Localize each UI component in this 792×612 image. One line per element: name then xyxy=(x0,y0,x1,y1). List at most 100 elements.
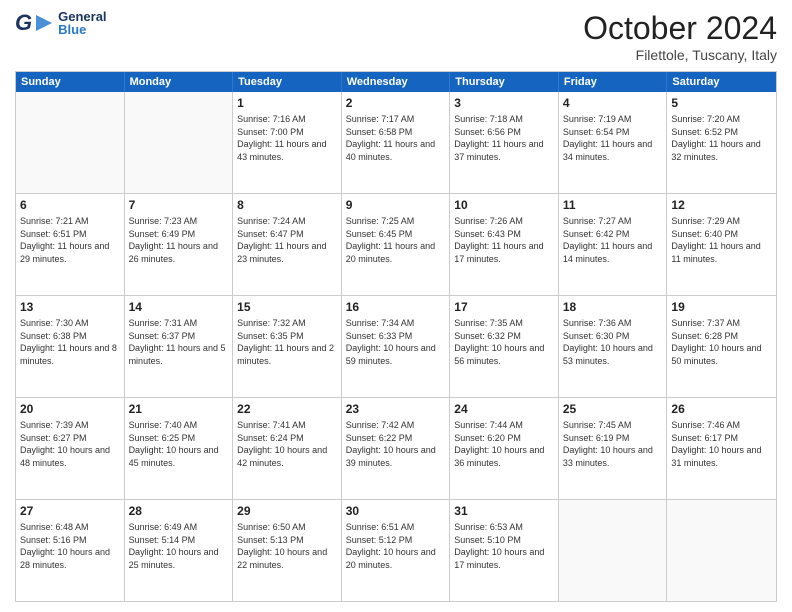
day-detail: Sunrise: 7:31 AM Sunset: 6:37 PM Dayligh… xyxy=(129,317,229,367)
calendar-cell xyxy=(125,92,234,193)
month-title: October 2024 xyxy=(583,10,777,47)
day-detail: Sunrise: 7:23 AM Sunset: 6:49 PM Dayligh… xyxy=(129,215,229,265)
day-number: 7 xyxy=(129,197,229,213)
day-detail: Sunrise: 7:32 AM Sunset: 6:35 PM Dayligh… xyxy=(237,317,337,367)
location: Filettole, Tuscany, Italy xyxy=(583,47,777,63)
day-number: 26 xyxy=(671,401,772,417)
day-header-thursday: Thursday xyxy=(450,72,559,92)
logo-text-block: General Blue xyxy=(58,10,106,36)
day-detail: Sunrise: 7:34 AM Sunset: 6:33 PM Dayligh… xyxy=(346,317,446,367)
day-number: 14 xyxy=(129,299,229,315)
day-number: 28 xyxy=(129,503,229,519)
day-detail: Sunrise: 7:42 AM Sunset: 6:22 PM Dayligh… xyxy=(346,419,446,469)
calendar-cell: 4 Sunrise: 7:19 AM Sunset: 6:54 PM Daylig… xyxy=(559,92,668,193)
calendar-cell xyxy=(559,500,668,601)
calendar-cell: 18 Sunrise: 7:36 AM Sunset: 6:30 PM Dayli… xyxy=(559,296,668,397)
calendar-cell: 24Sunrise: 7:44 AM Sunset: 6:20 PM Dayli… xyxy=(450,398,559,499)
calendar-cell: 7 Sunrise: 7:23 AM Sunset: 6:49 PM Daylig… xyxy=(125,194,234,295)
day-detail: Sunrise: 7:18 AM Sunset: 6:56 PM Dayligh… xyxy=(454,113,554,163)
day-detail: Sunrise: 7:17 AM Sunset: 6:58 PM Dayligh… xyxy=(346,113,446,163)
calendar-cell: 14 Sunrise: 7:31 AM Sunset: 6:37 PM Dayli… xyxy=(125,296,234,397)
day-number: 29 xyxy=(237,503,337,519)
calendar-week-3: 13 Sunrise: 7:30 AM Sunset: 6:38 PM Dayli… xyxy=(16,295,776,397)
day-detail: Sunrise: 6:48 AM Sunset: 5:16 PM Dayligh… xyxy=(20,521,120,571)
day-detail: Sunrise: 7:45 AM Sunset: 6:19 PM Dayligh… xyxy=(563,419,663,469)
calendar-cell: 22 Sunrise: 7:41 AM Sunset: 6:24 PM Dayli… xyxy=(233,398,342,499)
day-header-monday: Monday xyxy=(125,72,234,92)
day-detail: Sunrise: 7:19 AM Sunset: 6:54 PM Dayligh… xyxy=(563,113,663,163)
day-number: 13 xyxy=(20,299,120,315)
day-number: 23 xyxy=(346,401,446,417)
day-detail: Sunrise: 7:21 AM Sunset: 6:51 PM Dayligh… xyxy=(20,215,120,265)
calendar-week-1: 1 Sunrise: 7:16 AM Sunset: 7:00 PM Daylig… xyxy=(16,92,776,193)
calendar-cell: 17 Sunrise: 7:35 AM Sunset: 6:32 PM Dayli… xyxy=(450,296,559,397)
calendar-cell: 1 Sunrise: 7:16 AM Sunset: 7:00 PM Daylig… xyxy=(233,92,342,193)
day-header-wednesday: Wednesday xyxy=(342,72,451,92)
logo-blue: Blue xyxy=(58,23,106,36)
day-number: 16 xyxy=(346,299,446,315)
calendar-week-5: 27Sunrise: 6:48 AM Sunset: 5:16 PM Dayli… xyxy=(16,499,776,601)
logo-arrow-icon xyxy=(32,12,54,34)
calendar-week-2: 6Sunrise: 7:21 AM Sunset: 6:51 PM Daylig… xyxy=(16,193,776,295)
day-number: 25 xyxy=(563,401,663,417)
day-detail: Sunrise: 7:35 AM Sunset: 6:32 PM Dayligh… xyxy=(454,317,554,367)
calendar-cell: 27Sunrise: 6:48 AM Sunset: 5:16 PM Dayli… xyxy=(16,500,125,601)
day-detail: Sunrise: 6:53 AM Sunset: 5:10 PM Dayligh… xyxy=(454,521,554,571)
day-detail: Sunrise: 7:30 AM Sunset: 6:38 PM Dayligh… xyxy=(20,317,120,367)
day-detail: Sunrise: 7:40 AM Sunset: 6:25 PM Dayligh… xyxy=(129,419,229,469)
calendar-cell: 8 Sunrise: 7:24 AM Sunset: 6:47 PM Daylig… xyxy=(233,194,342,295)
calendar-cell: 23 Sunrise: 7:42 AM Sunset: 6:22 PM Dayli… xyxy=(342,398,451,499)
day-detail: Sunrise: 7:41 AM Sunset: 6:24 PM Dayligh… xyxy=(237,419,337,469)
day-header-tuesday: Tuesday xyxy=(233,72,342,92)
day-detail: Sunrise: 7:24 AM Sunset: 6:47 PM Dayligh… xyxy=(237,215,337,265)
calendar-cell xyxy=(16,92,125,193)
calendar: SundayMondayTuesdayWednesdayThursdayFrid… xyxy=(15,71,777,602)
day-number: 20 xyxy=(20,401,120,417)
calendar-cell xyxy=(667,500,776,601)
calendar-cell: 29Sunrise: 6:50 AM Sunset: 5:13 PM Dayli… xyxy=(233,500,342,601)
day-number: 12 xyxy=(671,197,772,213)
calendar-cell: 31 Sunrise: 6:53 AM Sunset: 5:10 PM Dayli… xyxy=(450,500,559,601)
day-number: 4 xyxy=(563,95,663,111)
day-number: 2 xyxy=(346,95,446,111)
calendar-cell: 9Sunrise: 7:25 AM Sunset: 6:45 PM Daylig… xyxy=(342,194,451,295)
day-detail: Sunrise: 7:26 AM Sunset: 6:43 PM Dayligh… xyxy=(454,215,554,265)
day-number: 10 xyxy=(454,197,554,213)
day-number: 21 xyxy=(129,401,229,417)
calendar-cell: 12Sunrise: 7:29 AM Sunset: 6:40 PM Dayli… xyxy=(667,194,776,295)
day-header-friday: Friday xyxy=(559,72,668,92)
day-detail: Sunrise: 7:46 AM Sunset: 6:17 PM Dayligh… xyxy=(671,419,772,469)
day-number: 3 xyxy=(454,95,554,111)
day-number: 22 xyxy=(237,401,337,417)
day-header-sunday: Sunday xyxy=(16,72,125,92)
day-number: 11 xyxy=(563,197,663,213)
calendar-cell: 28 Sunrise: 6:49 AM Sunset: 5:14 PM Dayli… xyxy=(125,500,234,601)
day-number: 18 xyxy=(563,299,663,315)
calendar-cell: 25 Sunrise: 7:45 AM Sunset: 6:19 PM Dayli… xyxy=(559,398,668,499)
day-number: 1 xyxy=(237,95,337,111)
logo: G General Blue xyxy=(15,10,107,36)
calendar-cell: 10 Sunrise: 7:26 AM Sunset: 6:43 PM Dayli… xyxy=(450,194,559,295)
day-detail: Sunrise: 7:27 AM Sunset: 6:42 PM Dayligh… xyxy=(563,215,663,265)
day-number: 17 xyxy=(454,299,554,315)
calendar-cell: 16 Sunrise: 7:34 AM Sunset: 6:33 PM Dayli… xyxy=(342,296,451,397)
day-number: 8 xyxy=(237,197,337,213)
calendar-header: SundayMondayTuesdayWednesdayThursdayFrid… xyxy=(16,72,776,92)
calendar-cell: 15Sunrise: 7:32 AM Sunset: 6:35 PM Dayli… xyxy=(233,296,342,397)
calendar-body: 1 Sunrise: 7:16 AM Sunset: 7:00 PM Daylig… xyxy=(16,92,776,601)
day-detail: Sunrise: 7:16 AM Sunset: 7:00 PM Dayligh… xyxy=(237,113,337,163)
calendar-cell: 5Sunrise: 7:20 AM Sunset: 6:52 PM Daylig… xyxy=(667,92,776,193)
calendar-cell: 30Sunrise: 6:51 AM Sunset: 5:12 PM Dayli… xyxy=(342,500,451,601)
day-number: 5 xyxy=(671,95,772,111)
logo-g-letter: G xyxy=(15,12,32,34)
day-detail: Sunrise: 7:25 AM Sunset: 6:45 PM Dayligh… xyxy=(346,215,446,265)
calendar-week-4: 20 Sunrise: 7:39 AM Sunset: 6:27 PM Dayli… xyxy=(16,397,776,499)
calendar-cell: 11 Sunrise: 7:27 AM Sunset: 6:42 PM Dayli… xyxy=(559,194,668,295)
day-detail: Sunrise: 7:36 AM Sunset: 6:30 PM Dayligh… xyxy=(563,317,663,367)
day-number: 31 xyxy=(454,503,554,519)
day-header-saturday: Saturday xyxy=(667,72,776,92)
day-number: 19 xyxy=(671,299,772,315)
day-detail: Sunrise: 6:49 AM Sunset: 5:14 PM Dayligh… xyxy=(129,521,229,571)
day-detail: Sunrise: 7:39 AM Sunset: 6:27 PM Dayligh… xyxy=(20,419,120,469)
calendar-cell: 26 Sunrise: 7:46 AM Sunset: 6:17 PM Dayli… xyxy=(667,398,776,499)
